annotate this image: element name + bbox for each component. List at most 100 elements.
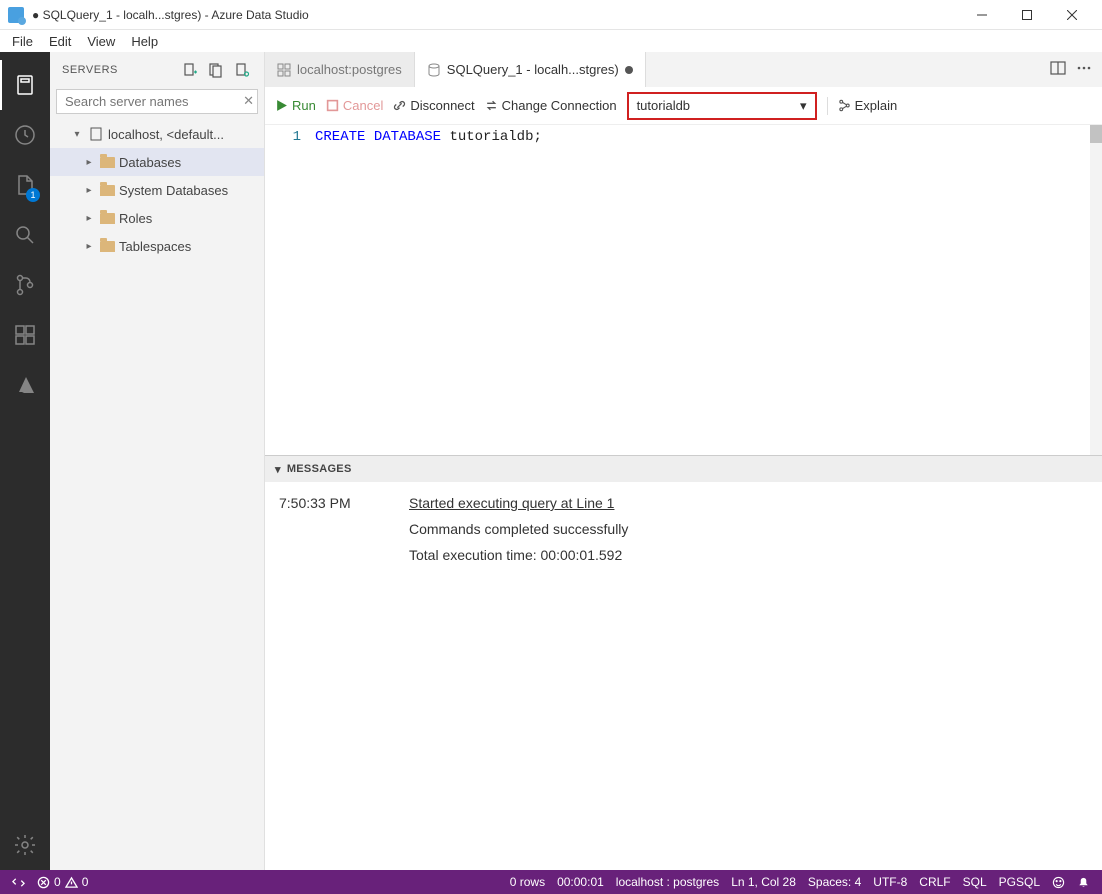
- play-icon: [275, 99, 288, 112]
- warning-icon: [65, 876, 78, 889]
- servers-panel-title: SERVERS: [62, 64, 180, 76]
- activity-history[interactable]: [0, 110, 50, 160]
- menu-edit[interactable]: Edit: [41, 32, 79, 51]
- messages-panel: ▾ MESSAGES 7:50:33 PM Started executing …: [265, 455, 1102, 870]
- tree-label: System Databases: [119, 183, 228, 198]
- explorer-badge: 1: [26, 188, 40, 202]
- server-icon: [88, 127, 104, 141]
- status-position[interactable]: Ln 1, Col 28: [725, 870, 802, 894]
- status-connection[interactable]: localhost : postgres: [610, 870, 725, 894]
- status-encoding[interactable]: UTF-8: [867, 870, 913, 894]
- error-icon: [37, 876, 50, 889]
- status-provider[interactable]: PGSQL: [993, 870, 1046, 894]
- tab-sqlquery[interactable]: SQLQuery_1 - localh...stgres): [415, 52, 646, 87]
- status-eol[interactable]: CRLF: [913, 870, 956, 894]
- message-line: Total execution time: 00:00:01.592: [409, 542, 1088, 568]
- cancel-label: Cancel: [343, 98, 383, 113]
- message-line: Commands completed successfully: [409, 516, 1088, 542]
- close-button[interactable]: [1049, 0, 1094, 30]
- change-connection-label: Change Connection: [502, 98, 617, 113]
- activity-servers[interactable]: [0, 60, 50, 110]
- activity-explorer[interactable]: 1: [0, 160, 50, 210]
- status-notifications[interactable]: [1071, 870, 1096, 894]
- tree-roles-node[interactable]: ▸ Roles: [50, 204, 264, 232]
- tree-databases-node[interactable]: ▸ Databases: [50, 148, 264, 176]
- tab-label: localhost:postgres: [297, 62, 402, 77]
- run-button[interactable]: Run: [275, 98, 316, 113]
- activity-search[interactable]: [0, 210, 50, 260]
- tab-label: SQLQuery_1 - localh...stgres): [447, 62, 619, 77]
- tab-localhost[interactable]: localhost:postgres: [265, 52, 415, 87]
- tree-system-databases-node[interactable]: ▸ System Databases: [50, 176, 264, 204]
- activity-source-control[interactable]: [0, 260, 50, 310]
- line-gutter: 1: [265, 125, 315, 455]
- explain-label: Explain: [855, 98, 898, 113]
- more-actions-icon[interactable]: [1076, 60, 1092, 79]
- status-remote[interactable]: [6, 870, 31, 894]
- chevron-right-icon: ▸: [82, 241, 96, 252]
- change-connection-icon: [485, 99, 498, 112]
- code-editor[interactable]: 1 CREATE DATABASE tutorialdb;: [265, 125, 1102, 455]
- database-select[interactable]: tutorialdb ▾: [627, 92, 817, 120]
- app-icon: [8, 7, 24, 23]
- smiley-icon: [1052, 876, 1065, 889]
- activity-extensions[interactable]: [0, 310, 50, 360]
- tree-tablespaces-node[interactable]: ▸ Tablespaces: [50, 232, 264, 260]
- maximize-button[interactable]: [1004, 0, 1049, 30]
- server-tree: ▾ localhost, <default... ▸ Databases ▸ S…: [50, 120, 264, 870]
- explain-button[interactable]: Explain: [838, 98, 898, 113]
- messages-title: MESSAGES: [287, 463, 352, 475]
- status-rows[interactable]: 0 rows: [504, 870, 551, 894]
- remote-icon: [12, 876, 25, 889]
- database-select-value: tutorialdb: [637, 98, 800, 113]
- activity-settings[interactable]: [0, 820, 50, 870]
- tree-label: Tablespaces: [119, 239, 191, 254]
- messages-body: 7:50:33 PM Started executing query at Li…: [265, 482, 1102, 870]
- disconnect-button[interactable]: Disconnect: [393, 98, 474, 113]
- run-label: Run: [292, 98, 316, 113]
- tree-server-node[interactable]: ▾ localhost, <default...: [50, 120, 264, 148]
- message-line[interactable]: Started executing query at Line 1: [409, 490, 614, 516]
- activity-azure[interactable]: [0, 360, 50, 410]
- stop-icon: [326, 99, 339, 112]
- chevron-right-icon: ▸: [82, 213, 96, 224]
- menu-view[interactable]: View: [79, 32, 123, 51]
- minimize-button[interactable]: [959, 0, 1004, 30]
- scrollbar[interactable]: [1090, 125, 1102, 455]
- new-connection-icon[interactable]: [180, 60, 200, 80]
- server-search-input[interactable]: [56, 89, 258, 114]
- dashboard-icon: [277, 63, 291, 77]
- status-elapsed[interactable]: 00:00:01: [551, 870, 610, 894]
- window-title: ● SQLQuery_1 - localh...stgres) - Azure …: [32, 8, 959, 22]
- title-bar: ● SQLQuery_1 - localh...stgres) - Azure …: [0, 0, 1102, 30]
- toolbar-separator: [827, 97, 828, 115]
- query-toolbar: Run Cancel Disconnect Change Connection …: [265, 87, 1102, 125]
- menu-help[interactable]: Help: [123, 32, 166, 51]
- caret-down-icon: ▾: [800, 98, 807, 114]
- editor-group: localhost:postgres SQLQuery_1 - localh..…: [265, 52, 1102, 870]
- server-action-icon[interactable]: [232, 60, 252, 80]
- menu-bar: File Edit View Help: [0, 30, 1102, 52]
- folder-icon: [100, 241, 115, 252]
- message-timestamp: 7:50:33 PM: [279, 490, 369, 516]
- folder-icon: [100, 185, 115, 196]
- tree-label: localhost, <default...: [108, 127, 224, 142]
- activity-bar: 1: [0, 52, 50, 870]
- status-spaces[interactable]: Spaces: 4: [802, 870, 867, 894]
- menu-file[interactable]: File: [4, 32, 41, 51]
- tab-bar: localhost:postgres SQLQuery_1 - localh..…: [265, 52, 1102, 87]
- clear-search-icon[interactable]: ✕: [243, 93, 254, 109]
- messages-header[interactable]: ▾ MESSAGES: [265, 456, 1102, 482]
- chevron-right-icon: ▸: [82, 185, 96, 196]
- tree-label: Roles: [119, 211, 152, 226]
- chevron-right-icon: ▸: [82, 157, 96, 168]
- code-content[interactable]: CREATE DATABASE tutorialdb;: [315, 125, 1102, 455]
- new-group-icon[interactable]: [206, 60, 226, 80]
- status-lang[interactable]: SQL: [957, 870, 993, 894]
- explain-icon: [838, 99, 851, 112]
- split-editor-icon[interactable]: [1050, 60, 1066, 79]
- cancel-button[interactable]: Cancel: [326, 98, 383, 113]
- status-feedback[interactable]: [1046, 870, 1071, 894]
- change-connection-button[interactable]: Change Connection: [485, 98, 617, 113]
- status-errors[interactable]: 0 0: [31, 870, 94, 894]
